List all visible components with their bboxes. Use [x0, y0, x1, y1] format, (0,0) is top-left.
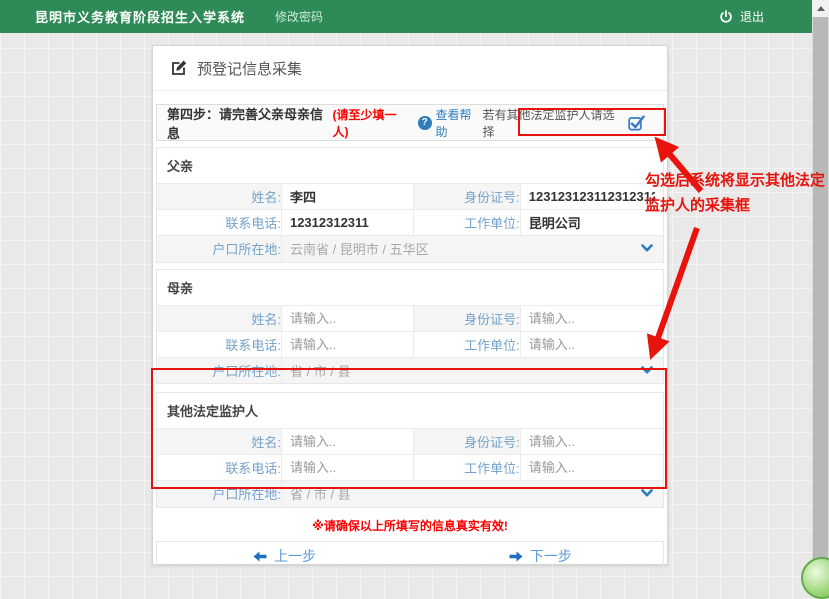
mother-phone-input[interactable] — [282, 332, 413, 357]
guardian-name-label: 姓名: — [157, 429, 281, 455]
arrow-left-icon — [253, 551, 267, 562]
guardian-residence-value: 省 / 市 / 县 — [290, 484, 351, 503]
view-help-link[interactable]: 查看帮助 — [418, 106, 483, 140]
logout-label: 退出 — [740, 8, 764, 25]
father-residence-value: 云南省 / 昆明市 / 五华区 — [290, 239, 429, 258]
guardian-residence-label: 户口所在地: — [157, 481, 281, 507]
father-phone-input[interactable] — [282, 210, 413, 235]
guardian-phone-input[interactable] — [282, 455, 413, 480]
change-password-link[interactable]: 修改密码 — [275, 8, 323, 25]
power-icon — [719, 10, 733, 24]
section-other-guardian: 其他法定监护人 姓名: 身份证号: 联系电话: 工作单位: 户口所在地: — [156, 392, 664, 508]
logout-button[interactable]: 退出 — [719, 8, 764, 25]
edit-icon — [170, 59, 188, 77]
checked-checkbox-icon — [628, 115, 645, 131]
section-father: 父亲 姓名: 身份证号: 联系电话: 工作单位: 户口所在地: — [156, 147, 664, 263]
scrollbar[interactable] — [812, 0, 829, 581]
app-title: 昆明市义务教育阶段招生入学系统 — [35, 7, 245, 26]
father-id-label: 身份证号: — [413, 184, 520, 210]
step-panel: 第四步：请完善父亲母亲信息(请至少填一人) 查看帮助 若有其他法定监护人请选择 … — [156, 104, 664, 572]
mother-id-input[interactable] — [521, 306, 663, 331]
step-title: 第四步：请完善父亲母亲信息 — [167, 104, 332, 142]
top-navbar: 昆明市义务教育阶段招生入学系统 修改密码 退出 — [0, 0, 812, 33]
guardian-phone-label: 联系电话: — [157, 455, 281, 481]
scroll-up-icon[interactable] — [812, 0, 829, 17]
father-work-label: 工作单位: — [413, 210, 520, 236]
father-name-label: 姓名: — [157, 184, 281, 210]
next-step-button[interactable]: 下一步 — [509, 546, 572, 566]
step-note: (请至少填一人) — [332, 106, 410, 140]
page-title: 预登记信息采集 — [197, 58, 302, 79]
father-residence-select[interactable]: 云南省 / 昆明市 / 五华区 — [282, 239, 663, 258]
page-title-bar: 预登记信息采集 — [153, 46, 667, 91]
father-work-input[interactable] — [521, 210, 663, 235]
father-id-input[interactable] — [521, 184, 663, 209]
mother-residence-select[interactable]: 省 / 市 / 县 — [282, 361, 663, 380]
mother-residence-label: 户口所在地: — [157, 357, 281, 383]
guardian-work-label: 工作单位: — [413, 455, 520, 481]
guardian-work-input[interactable] — [521, 455, 663, 480]
annotation-text: 勾选后系统将显示其他法定 监护人的采集框 — [645, 168, 829, 218]
mother-work-label: 工作单位: — [413, 331, 520, 357]
prev-step-button[interactable]: 上一步 — [253, 546, 316, 566]
father-residence-label: 户口所在地: — [157, 236, 281, 262]
mother-name-label: 姓名: — [157, 305, 281, 331]
mother-residence-value: 省 / 市 / 县 — [290, 361, 351, 380]
prev-step-label: 上一步 — [274, 546, 316, 566]
chevron-down-icon[interactable] — [641, 489, 653, 498]
guardian-checkbox-label: 若有其他法定监护人请选择 — [482, 106, 623, 140]
chevron-down-icon[interactable] — [641, 244, 653, 253]
other-guardian-checkbox[interactable]: 若有其他法定监护人请选择 — [482, 106, 655, 140]
step-header: 第四步：请完善父亲母亲信息(请至少填一人) 查看帮助 若有其他法定监护人请选择 — [156, 104, 664, 141]
help-label: 查看帮助 — [436, 106, 483, 140]
guardian-residence-select[interactable]: 省 / 市 / 县 — [282, 484, 663, 503]
scrollbar-thumb[interactable] — [813, 17, 828, 564]
section-mother: 母亲 姓名: 身份证号: 联系电话: 工作单位: 户口所在地: — [156, 269, 664, 385]
step-navigation: 上一步 下一步 — [156, 541, 664, 572]
guardian-id-label: 身份证号: — [413, 429, 520, 455]
guardian-name-input[interactable] — [282, 429, 413, 454]
section-mother-title: 母亲 — [157, 270, 663, 305]
mother-work-input[interactable] — [521, 332, 663, 357]
annotation-line1: 勾选后系统将显示其他法定 — [645, 168, 829, 193]
main-card: 预登记信息采集 第四步：请完善父亲母亲信息(请至少填一人) 查看帮助 若有其他法… — [152, 45, 668, 565]
back-to-top-button[interactable] — [801, 557, 829, 599]
section-other-guardian-title: 其他法定监护人 — [157, 393, 663, 428]
father-name-input[interactable] — [282, 184, 413, 209]
annotation-line2: 监护人的采集框 — [645, 193, 829, 218]
arrow-right-icon — [509, 551, 523, 562]
chevron-down-icon[interactable] — [641, 366, 653, 375]
validity-warning: ※请确保以上所填写的信息真实有效! — [156, 517, 664, 534]
mother-id-label: 身份证号: — [413, 305, 520, 331]
help-icon — [418, 116, 432, 130]
mother-phone-label: 联系电话: — [157, 331, 281, 357]
section-father-title: 父亲 — [157, 148, 663, 183]
mother-name-input[interactable] — [282, 306, 413, 331]
guardian-id-input[interactable] — [521, 429, 663, 454]
next-step-label: 下一步 — [530, 546, 572, 566]
father-phone-label: 联系电话: — [157, 210, 281, 236]
